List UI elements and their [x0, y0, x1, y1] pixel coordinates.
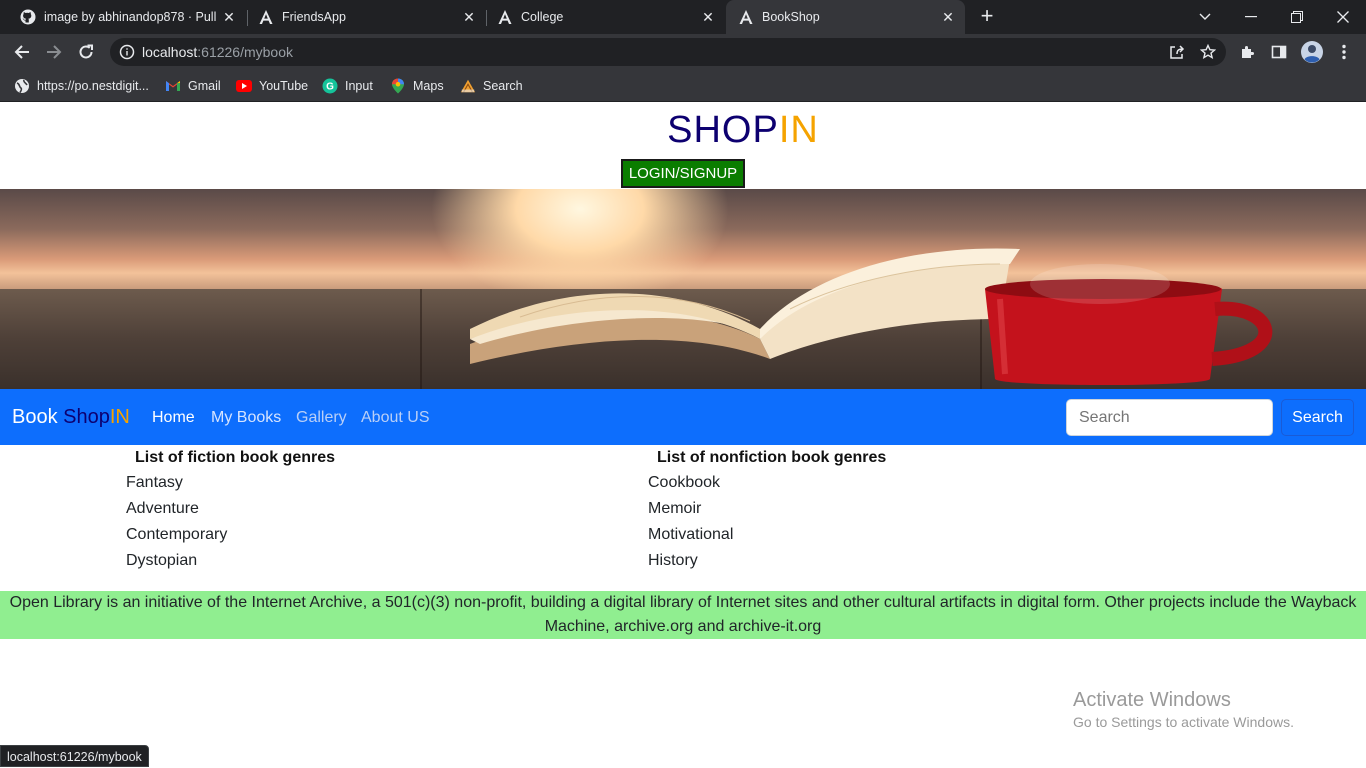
tab-title: image by abhinandop878 · Pull R: [44, 10, 219, 24]
restore-icon[interactable]: [1274, 0, 1320, 34]
bookmark-label: Search: [483, 79, 523, 93]
reload-icon[interactable]: [75, 41, 97, 63]
minimize-icon[interactable]: [1228, 0, 1274, 34]
navbar-brand[interactable]: Book ShopIN: [12, 406, 130, 429]
book-and-cup-illustration: [470, 248, 1273, 385]
tab-github[interactable]: image by abhinandop878 · Pull R ✕: [0, 0, 246, 34]
close-tab-icon[interactable]: ✕: [941, 10, 955, 24]
site-info-icon[interactable]: [119, 44, 135, 60]
grammarly-icon: G: [322, 78, 338, 94]
nonfiction-genres-list: List of nonfiction book genres Cookbook …: [648, 449, 886, 577]
close-tab-icon[interactable]: ✕: [462, 10, 476, 24]
list-item: History: [648, 552, 698, 569]
brand-shop: Shop: [63, 406, 110, 428]
youtube-icon: [236, 78, 252, 94]
new-tab-icon[interactable]: +: [976, 5, 998, 27]
bookmarks-bar: https://po.nestdigit... Gmail YouTube G …: [0, 70, 1366, 102]
list-item: Adventure: [126, 500, 199, 517]
angular-icon: [738, 9, 754, 25]
bookmark-gmail[interactable]: Gmail: [165, 76, 221, 96]
list-item: Dystopian: [126, 552, 198, 569]
bookmark-label: Input: [345, 79, 373, 93]
globe-icon: [14, 78, 30, 94]
bookmark-search[interactable]: Search: [460, 76, 523, 96]
nav-about-link[interactable]: About US: [361, 409, 429, 427]
bookmark-star-icon[interactable]: [1197, 41, 1219, 63]
bookmark-label: Gmail: [188, 79, 221, 93]
bookmark-label: https://po.nestdigit...: [37, 79, 149, 93]
bookmark-nestdigit[interactable]: https://po.nestdigit...: [14, 76, 149, 96]
nav-gallery-link[interactable]: Gallery: [296, 409, 347, 427]
svg-text:G: G: [326, 82, 334, 93]
main-navbar: Book ShopIN Home My Books Gallery About …: [0, 389, 1366, 445]
bookmark-input[interactable]: G Input: [322, 76, 373, 96]
search-bookmark-icon: [460, 78, 476, 94]
bookmark-label: YouTube: [259, 79, 309, 93]
share-icon[interactable]: [1166, 41, 1188, 63]
login-signup-button[interactable]: LOGIN/SIGNUP: [621, 159, 745, 188]
angular-icon: [258, 9, 274, 25]
github-icon: [20, 9, 36, 25]
nav-my-books-link[interactable]: My Books: [211, 409, 281, 427]
hero-banner-image: [0, 189, 1366, 389]
close-tab-icon[interactable]: ✕: [701, 10, 715, 24]
activate-windows-watermark: Activate Windows Go to Settings to activ…: [1073, 689, 1294, 730]
url-path: :61226/mybook: [197, 44, 293, 60]
title-shop: SHOP: [667, 109, 779, 151]
forward-arrow-icon[interactable]: [43, 41, 65, 63]
browser-toolbar: localhost:61226/mybook: [0, 34, 1366, 70]
brand-in: IN: [109, 406, 130, 428]
watermark-title: Activate Windows: [1073, 689, 1231, 711]
fiction-genres-list: List of fiction book genres Fantasy Adve…: [126, 449, 335, 577]
nav-home-link[interactable]: Home: [152, 409, 195, 427]
list-item: Motivational: [648, 526, 734, 543]
tab-search-chevron-icon[interactable]: [1182, 0, 1228, 34]
footer-info-band: Open Library is an initiative of the Int…: [0, 591, 1366, 639]
fiction-heading: List of fiction book genres: [135, 449, 336, 466]
bookmark-maps[interactable]: Maps: [390, 76, 444, 96]
search-input[interactable]: [1066, 399, 1273, 436]
list-item: Contemporary: [126, 526, 228, 543]
list-item: Fantasy: [126, 474, 183, 491]
angular-icon: [497, 9, 513, 25]
menu-kebab-icon[interactable]: [1333, 41, 1355, 63]
tab-title: BookShop: [762, 10, 820, 24]
list-item: Memoir: [648, 500, 702, 517]
tab-title: FriendsApp: [282, 10, 346, 24]
maps-icon: [390, 78, 406, 94]
page-title: SHOPIN: [0, 109, 1366, 152]
close-window-icon[interactable]: [1320, 0, 1366, 34]
profile-avatar-icon[interactable]: [1301, 41, 1323, 63]
tab-friendsapp[interactable]: FriendsApp ✕: [238, 0, 486, 34]
back-arrow-icon[interactable]: [11, 41, 33, 63]
search-button[interactable]: Search: [1281, 399, 1354, 436]
page-viewport: SHOPIN LOGIN/SIGNUP Book ShopIN Home My …: [0, 103, 1366, 768]
close-tab-icon[interactable]: ✕: [222, 10, 236, 24]
url-text: localhost:61226/mybook: [142, 44, 293, 60]
list-item: Cookbook: [648, 474, 721, 491]
watermark-subtitle: Go to Settings to activate Windows.: [1073, 714, 1294, 730]
status-url-bubble: localhost:61226/mybook: [0, 745, 149, 767]
tab-strip: image by abhinandop878 · Pull R ✕ Friend…: [0, 0, 1366, 34]
side-panel-icon[interactable]: [1268, 41, 1290, 63]
gmail-icon: [165, 78, 181, 94]
title-in: IN: [778, 109, 819, 151]
tab-title: College: [521, 10, 564, 24]
brand-book: Book: [12, 406, 64, 428]
tab-college[interactable]: College ✕: [477, 0, 725, 34]
address-bar[interactable]: localhost:61226/mybook: [110, 38, 1226, 66]
bookmark-label: Maps: [413, 79, 444, 93]
url-host: localhost: [142, 44, 198, 60]
bookmark-youtube[interactable]: YouTube: [236, 76, 308, 96]
nonfiction-heading: List of nonfiction book genres: [657, 449, 887, 466]
extensions-icon[interactable]: [1236, 41, 1258, 63]
tab-bookshop[interactable]: BookShop ✕: [726, 0, 965, 34]
